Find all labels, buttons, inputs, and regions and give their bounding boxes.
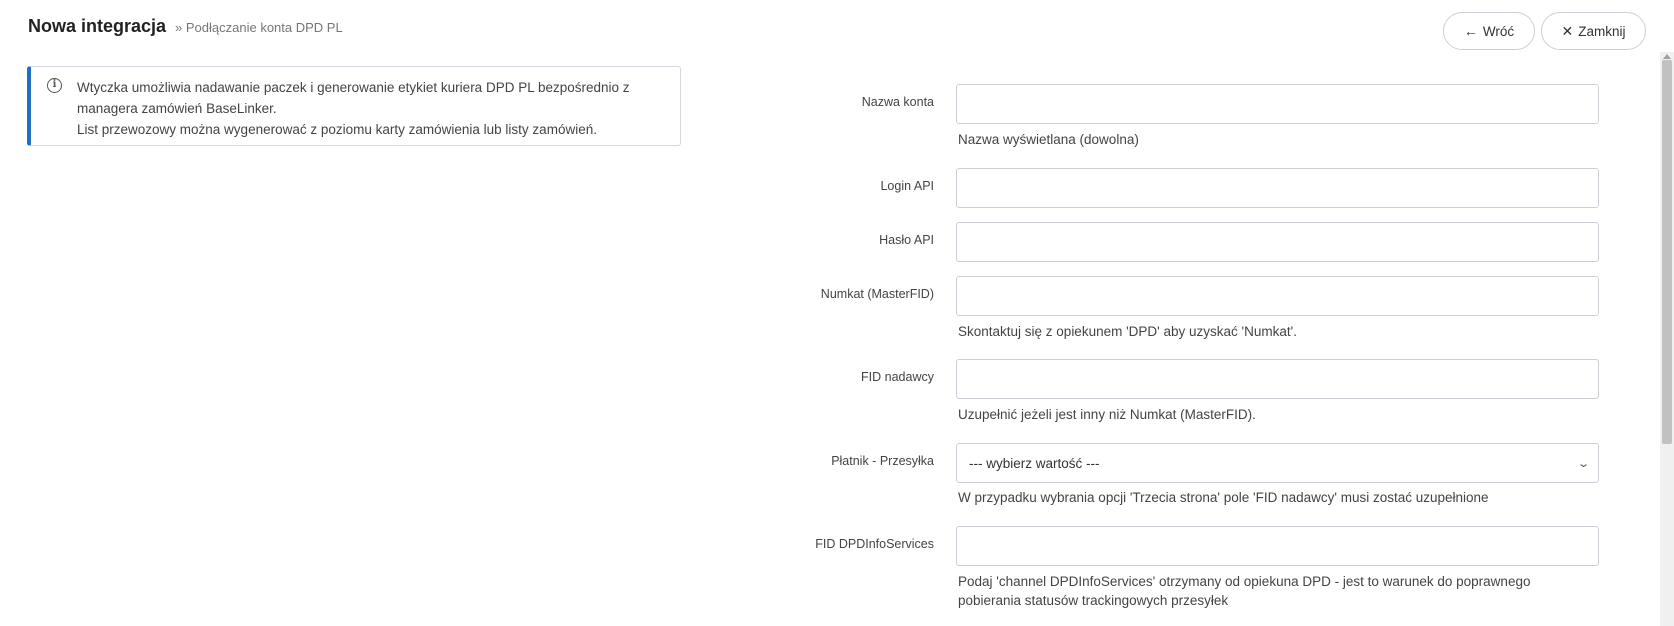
numkat-field[interactable] xyxy=(956,276,1599,316)
scroll-up-arrow-icon[interactable] xyxy=(1663,54,1671,59)
account-name-help: Nazwa wyświetlana (dowolna) xyxy=(958,132,1139,147)
fid-infoservices-label: FID DPDInfoServices xyxy=(815,537,934,551)
api-login-input[interactable] xyxy=(957,169,1598,207)
page-title: Nowa integracja xyxy=(28,16,167,36)
fid-sender-help: Uzupełnić jeżeli jest inny niż Numkat (M… xyxy=(958,407,1256,422)
payer-help: W przypadku wybrania opcji 'Trzecia stro… xyxy=(958,490,1489,505)
payer-select-value: --- wybierz wartość --- xyxy=(969,455,1100,471)
info-line: Wtyczka umożliwia nadawanie paczek i gen… xyxy=(77,80,630,95)
fid-infoservices-help-line: Podaj 'channel DPDInfoServices' otrzyman… xyxy=(958,574,1531,589)
payer-label: Płatnik - Przesyłka xyxy=(831,454,934,468)
fid-infoservices-help: Podaj 'channel DPDInfoServices' otrzyman… xyxy=(958,572,1558,610)
numkat-label: Numkat (MasterFID) xyxy=(820,287,934,301)
account-name-input[interactable] xyxy=(957,85,1598,123)
info-line: List przewozowy można wygenerować z pozi… xyxy=(77,122,597,137)
fid-sender-input[interactable] xyxy=(957,360,1598,398)
info-alert: i Wtyczka umożliwia nadawanie paczek i g… xyxy=(27,66,681,146)
arrow-left-icon: ← xyxy=(1463,23,1478,39)
chevron-down-icon: ⌄ xyxy=(1576,457,1590,470)
api-password-input[interactable] xyxy=(957,223,1598,261)
fid-infoservices-help-line: pobierania statusów trackingowych przesy… xyxy=(958,593,1229,608)
numkat-help: Skontaktuj się z opiekunem 'DPD' aby uzy… xyxy=(958,324,1297,339)
close-icon: ✕ xyxy=(1561,22,1574,39)
fid-sender-field[interactable] xyxy=(956,359,1599,399)
account-name-field[interactable] xyxy=(956,84,1599,124)
api-login-label: Login API xyxy=(880,179,934,193)
api-password-field[interactable] xyxy=(956,222,1599,262)
api-login-field[interactable] xyxy=(956,168,1599,208)
page-header: Nowa integracja » Podłączanie konta DPD … xyxy=(28,16,343,37)
back-button-label: Wróć xyxy=(1482,23,1515,39)
info-line: managera zamówień BaseLinker. xyxy=(77,101,277,116)
fid-infoservices-field[interactable] xyxy=(956,526,1599,566)
payer-select[interactable]: --- wybierz wartość --- ⌄ xyxy=(956,443,1599,483)
back-button[interactable]: ← Wróć xyxy=(1443,12,1535,50)
numkat-input[interactable] xyxy=(957,277,1598,315)
info-text: Wtyczka umożliwia nadawanie paczek i gen… xyxy=(77,77,630,140)
fid-infoservices-input[interactable] xyxy=(957,527,1598,565)
scrollbar-thumb[interactable] xyxy=(1662,60,1672,444)
account-name-label: Nazwa konta xyxy=(861,95,934,109)
close-button[interactable]: ✕ Zamknij xyxy=(1541,12,1646,50)
breadcrumb: » Podłączanie konta DPD PL xyxy=(175,20,343,35)
info-icon: i xyxy=(47,78,62,93)
close-button-label: Zamknij xyxy=(1578,23,1626,39)
api-password-label: Hasło API xyxy=(879,233,934,247)
fid-sender-label: FID nadawcy xyxy=(861,370,934,384)
